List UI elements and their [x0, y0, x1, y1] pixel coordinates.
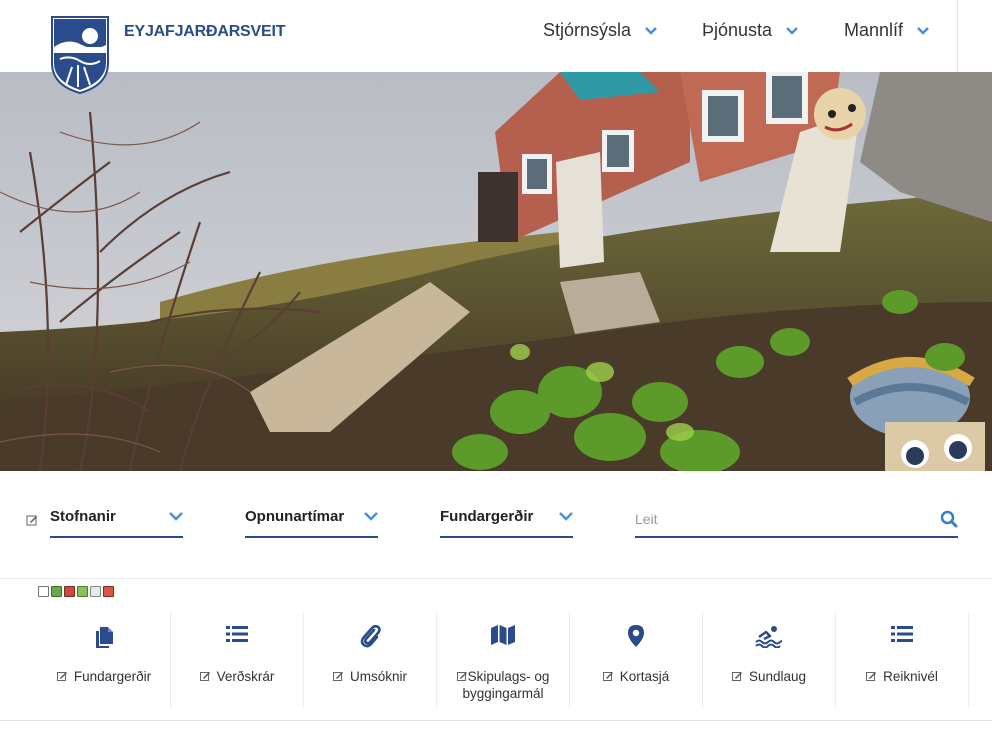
dropdown-opnunartimar[interactable]: Opnunartímar [245, 508, 378, 538]
dropdown-label: Fundargerðir [440, 508, 534, 525]
quick-link-umsoknir[interactable]: Umsóknir [304, 612, 437, 708]
dropdown-label: Stofnanir [50, 508, 116, 525]
nav-item-label: Þjónusta [702, 20, 773, 40]
chevron-down-icon [917, 26, 929, 35]
nav-item-label: Stjórnsýsla [543, 20, 632, 40]
hero-image [0, 72, 992, 471]
paperclip-icon [360, 624, 381, 648]
site-header: EYJAFJARÐARSVEIT Stjórnsýsla Þjónusta Ma… [0, 0, 992, 95]
swimming-icon [755, 626, 783, 648]
quick-link-label: Reiknivél [883, 669, 938, 684]
location-pin-icon [628, 625, 644, 647]
chevron-down-icon [559, 512, 573, 521]
quick-link-label: Sundlaug [748, 669, 807, 684]
page-remove-icon[interactable] [103, 586, 114, 597]
chevron-down-icon [169, 512, 183, 521]
quick-link-skipulags[interactable]: Skipulags- og byggingarmál [437, 612, 570, 708]
quick-access-bar: Stofnanir Opnunartímar Fundargerðir [0, 471, 992, 579]
edit-icon[interactable] [731, 671, 743, 682]
chevron-down-icon [364, 512, 378, 521]
documents-icon [96, 627, 113, 648]
nav-item-mannlif[interactable]: Mannlíf [844, 20, 929, 41]
search-input[interactable] [635, 508, 915, 530]
edit-icon[interactable] [26, 514, 38, 526]
chevron-down-icon [645, 26, 657, 35]
quick-link-reiknivel[interactable]: Reiknivél [836, 612, 969, 708]
quick-link-label: Verðskrár [216, 669, 275, 684]
list-icon [226, 626, 248, 642]
quick-link-label: Fundargerðir [73, 669, 152, 684]
nav-item-stjornsysla[interactable]: Stjórnsýsla [543, 20, 657, 41]
chevron-down-icon [786, 26, 798, 35]
edit-icon[interactable] [332, 671, 344, 682]
quick-link-label: Kortasjá [619, 669, 670, 684]
edit-icon[interactable] [456, 671, 468, 682]
edit-icon[interactable] [38, 586, 49, 597]
dropdown-fundargerdir[interactable]: Fundargerðir [440, 508, 573, 538]
page-add-icon[interactable] [77, 586, 88, 597]
nav-item-label: Mannlíf [844, 20, 904, 40]
nav-item-thjonusta[interactable]: Þjónusta [702, 20, 798, 41]
quick-links: Fundargerðir Verðskrár Umsóknir Skipulag… [38, 612, 970, 708]
edit-icon[interactable] [602, 671, 614, 682]
calendar-add-icon[interactable] [51, 586, 62, 597]
quick-link-fundargerdir[interactable]: Fundargerðir [38, 612, 171, 708]
edit-icon[interactable] [199, 671, 211, 682]
quick-link-label: Skipulags- og byggingarmál [462, 669, 550, 701]
quick-link-sundlaug[interactable]: Sundlaug [703, 612, 836, 708]
quick-link-kortasja[interactable]: Kortasjá [570, 612, 703, 708]
site-name[interactable]: EYJAFJARÐARSVEIT [124, 23, 285, 41]
quick-link-label: Umsóknir [349, 669, 407, 684]
document-icon[interactable] [90, 586, 101, 597]
map-icon [491, 625, 515, 645]
quick-link-verdskrar[interactable]: Verðskrár [171, 612, 304, 708]
search-box [635, 508, 958, 538]
dropdown-stofnanir[interactable]: Stofnanir [50, 508, 183, 538]
edit-icon[interactable] [866, 671, 877, 682]
search-icon[interactable] [940, 510, 958, 528]
edit-icon[interactable] [56, 671, 68, 682]
section-divider [0, 720, 992, 721]
list-icon [891, 626, 913, 642]
header-divider [957, 0, 958, 72]
municipality-logo[interactable] [50, 15, 110, 95]
dropdown-label: Opnunartímar [245, 508, 345, 525]
page-delete-icon[interactable] [64, 586, 75, 597]
admin-toolbar [38, 586, 114, 597]
